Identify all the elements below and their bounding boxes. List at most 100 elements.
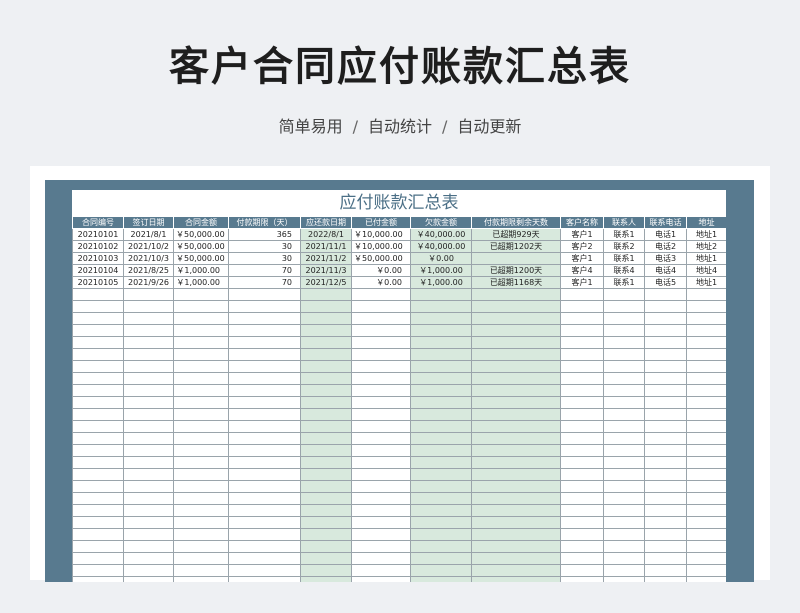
empty-cell[interactable] — [123, 384, 174, 397]
empty-cell[interactable] — [300, 540, 352, 553]
empty-cell[interactable] — [603, 576, 645, 582]
empty-cell[interactable] — [72, 444, 124, 457]
empty-cell[interactable] — [351, 504, 411, 517]
empty-cell[interactable] — [228, 468, 301, 481]
empty-cell[interactable] — [351, 324, 411, 337]
cell-contract-no[interactable]: 20210103 — [72, 252, 124, 265]
cell-paid-amount[interactable]: ￥10,000.00 — [351, 240, 411, 253]
empty-cell[interactable] — [123, 312, 174, 325]
cell-contract-amount[interactable]: ￥50,000.00 — [173, 240, 229, 253]
empty-cell[interactable] — [351, 468, 411, 481]
empty-cell[interactable] — [644, 504, 687, 517]
empty-cell[interactable] — [471, 432, 561, 445]
empty-cell[interactable] — [123, 468, 174, 481]
cell-contact-phone[interactable]: 电话2 — [644, 240, 687, 253]
empty-cell[interactable] — [300, 480, 352, 493]
empty-cell[interactable] — [410, 540, 472, 553]
empty-cell[interactable] — [603, 468, 645, 481]
empty-cell[interactable] — [123, 348, 174, 361]
empty-cell[interactable] — [72, 288, 124, 301]
empty-cell[interactable] — [228, 396, 301, 409]
empty-cell[interactable] — [300, 312, 352, 325]
empty-cell[interactable] — [123, 408, 174, 421]
empty-cell[interactable] — [72, 552, 124, 565]
cell-address[interactable]: 地址1 — [686, 228, 726, 241]
empty-cell[interactable] — [228, 300, 301, 313]
empty-cell[interactable] — [603, 336, 645, 349]
empty-cell[interactable] — [351, 528, 411, 541]
empty-cell[interactable] — [351, 456, 411, 469]
empty-cell[interactable] — [471, 372, 561, 385]
empty-cell[interactable] — [686, 528, 726, 541]
cell-customer-name[interactable]: 客户1 — [560, 252, 604, 265]
empty-cell[interactable] — [300, 336, 352, 349]
empty-cell[interactable] — [300, 564, 352, 577]
cell-paid-amount[interactable]: ￥50,000.00 — [351, 252, 411, 265]
empty-cell[interactable] — [300, 444, 352, 457]
empty-cell[interactable] — [644, 480, 687, 493]
header-owed-amount[interactable]: 欠款金额 — [410, 216, 472, 229]
empty-cell[interactable] — [410, 492, 472, 505]
cell-address[interactable]: 地址1 — [686, 252, 726, 265]
empty-cell[interactable] — [560, 360, 604, 373]
empty-cell[interactable] — [560, 288, 604, 301]
cell-payment-term[interactable]: 70 — [228, 264, 301, 277]
empty-cell[interactable] — [173, 492, 229, 505]
empty-cell[interactable] — [351, 576, 411, 582]
header-payment-term[interactable]: 付款期限（天） — [228, 216, 301, 229]
empty-cell[interactable] — [686, 360, 726, 373]
empty-cell[interactable] — [560, 348, 604, 361]
empty-cell[interactable] — [560, 540, 604, 553]
empty-cell[interactable] — [603, 384, 645, 397]
empty-cell[interactable] — [603, 564, 645, 577]
empty-cell[interactable] — [123, 324, 174, 337]
empty-cell[interactable] — [173, 336, 229, 349]
empty-cell[interactable] — [123, 420, 174, 433]
empty-cell[interactable] — [72, 300, 124, 313]
empty-cell[interactable] — [410, 372, 472, 385]
empty-cell[interactable] — [72, 408, 124, 421]
empty-cell[interactable] — [644, 336, 687, 349]
header-paid-amount[interactable]: 已付金额 — [351, 216, 411, 229]
empty-cell[interactable] — [173, 324, 229, 337]
empty-cell[interactable] — [228, 444, 301, 457]
empty-cell[interactable] — [351, 564, 411, 577]
empty-cell[interactable] — [686, 288, 726, 301]
empty-cell[interactable] — [228, 360, 301, 373]
empty-cell[interactable] — [72, 420, 124, 433]
empty-cell[interactable] — [173, 504, 229, 517]
empty-cell[interactable] — [300, 396, 352, 409]
empty-cell[interactable] — [560, 444, 604, 457]
empty-cell[interactable] — [173, 288, 229, 301]
empty-cell[interactable] — [123, 504, 174, 517]
empty-cell[interactable] — [644, 552, 687, 565]
empty-cell[interactable] — [560, 336, 604, 349]
empty-cell[interactable] — [228, 384, 301, 397]
empty-cell[interactable] — [123, 516, 174, 529]
empty-cell[interactable] — [410, 576, 472, 582]
cell-owed-amount[interactable]: ￥1,000.00 — [410, 276, 472, 289]
empty-cell[interactable] — [686, 444, 726, 457]
empty-cell[interactable] — [228, 492, 301, 505]
cell-customer-name[interactable]: 客户1 — [560, 276, 604, 289]
empty-cell[interactable] — [173, 468, 229, 481]
empty-cell[interactable] — [72, 468, 124, 481]
cell-paid-amount[interactable]: ￥0.00 — [351, 264, 411, 277]
cell-contact-person[interactable]: 联系4 — [603, 264, 645, 277]
empty-cell[interactable] — [644, 324, 687, 337]
empty-cell[interactable] — [686, 396, 726, 409]
cell-remaining-days[interactable] — [471, 252, 561, 265]
empty-cell[interactable] — [560, 492, 604, 505]
cell-owed-amount[interactable]: ￥1,000.00 — [410, 264, 472, 277]
empty-cell[interactable] — [351, 432, 411, 445]
empty-cell[interactable] — [173, 420, 229, 433]
empty-cell[interactable] — [72, 372, 124, 385]
empty-cell[interactable] — [644, 540, 687, 553]
empty-cell[interactable] — [686, 456, 726, 469]
header-address[interactable]: 地址 — [686, 216, 726, 229]
empty-cell[interactable] — [72, 360, 124, 373]
empty-cell[interactable] — [72, 528, 124, 541]
empty-cell[interactable] — [603, 552, 645, 565]
empty-cell[interactable] — [686, 408, 726, 421]
empty-cell[interactable] — [123, 564, 174, 577]
